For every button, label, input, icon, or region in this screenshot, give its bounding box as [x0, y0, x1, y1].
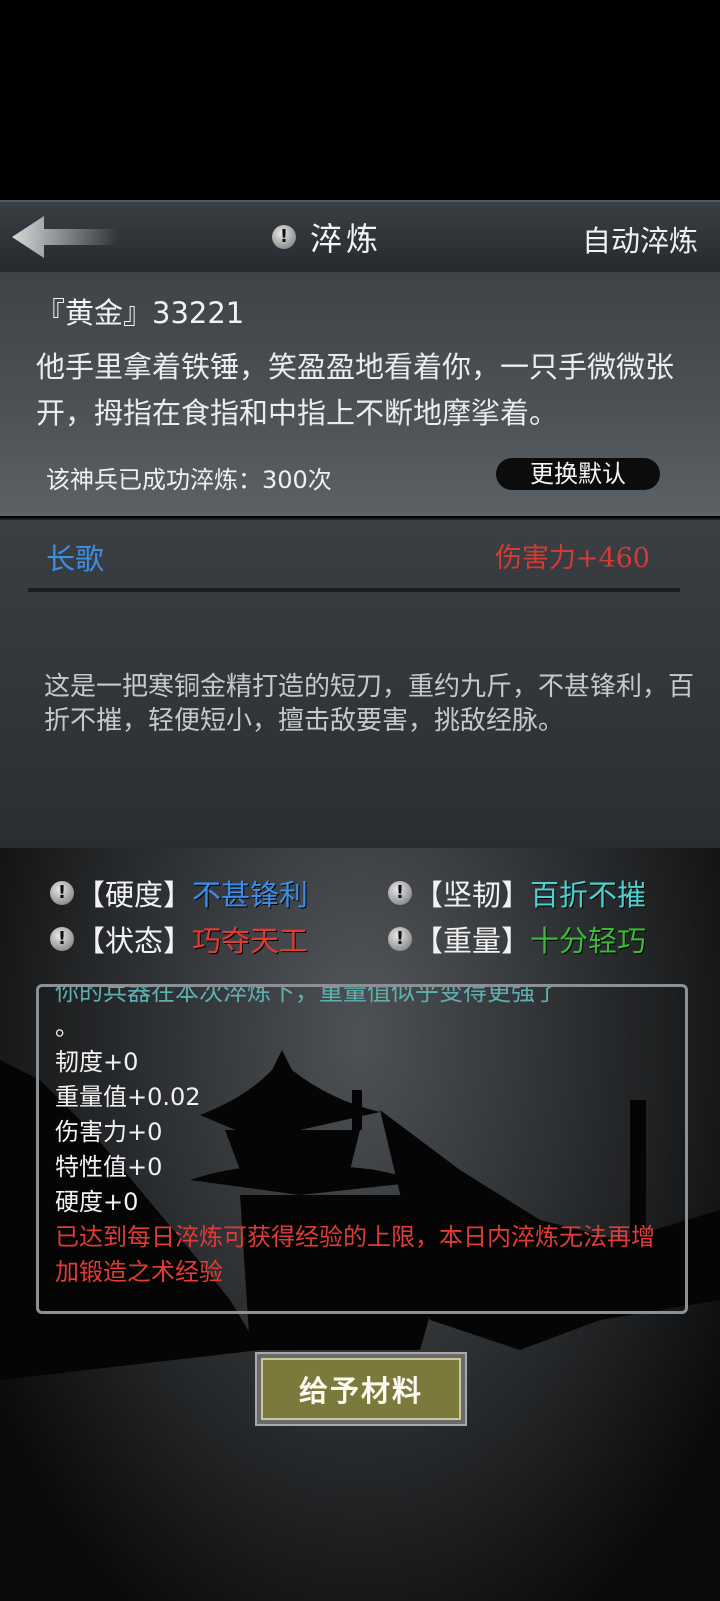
log-partial-line: 你的兵器在本次淬炼下，重量值似乎变得更强了 — [55, 984, 559, 1006]
weapon-panel: 长歌 伤害力+460 这是一把寒铜金精打造的短刀，重约九斤，不甚锋利，百折不摧，… — [0, 518, 720, 850]
exclamation-icon[interactable]: ! — [388, 927, 412, 951]
item-description: 他手里拿着铁锤，笑盈盈地看着你，一只手微微张开，拇指在食指和中指上不断地摩挲着。 — [36, 350, 675, 430]
weapon-divider — [28, 588, 680, 592]
attribute-key: 【重量】 — [414, 924, 531, 958]
refine-log-content: 你的兵器在本次淬炼下，重量值似乎变得更强了 。 韧度+0 重量值+0.02 伤害… — [55, 984, 669, 1290]
attribute-value: 巧夺天工 — [192, 924, 309, 958]
weapon-description: 这是一把寒铜金精打造的短刀，重约九斤，不甚锋利，百折不摧，轻便短小，擅击敌要害，… — [44, 672, 695, 736]
log-line-hardness: 硬度+0 — [55, 1188, 139, 1216]
attribute-value: 不甚锋利 — [192, 878, 309, 912]
weapon-name: 长歌 — [46, 542, 105, 576]
exclamation-icon[interactable]: ! — [388, 881, 412, 905]
attribute-key: 【硬度】 — [76, 878, 193, 912]
log-line-weight: 重量值+0.02 — [55, 1083, 201, 1111]
weapon-damage: 伤害力+460 — [494, 543, 650, 574]
log-period: 。 — [55, 1013, 79, 1041]
item-name: 『黄金』33221 — [36, 296, 245, 330]
back-arrow-icon[interactable] — [10, 214, 120, 260]
attribute-state: ! 【状态】 巧夺天工 — [50, 918, 308, 960]
log-line-toughness: 韧度+0 — [55, 1048, 139, 1076]
log-line-trait: 特性值+0 — [55, 1153, 163, 1181]
attribute-key: 【状态】 — [76, 924, 193, 958]
auto-refine-button[interactable]: 自动淬炼 — [582, 218, 698, 260]
attribute-weight: ! 【重量】 十分轻巧 — [388, 918, 646, 960]
attribute-hardness: ! 【硬度】 不甚锋利 — [50, 872, 308, 914]
item-info-panel: 『黄金』33221 他手里拿着铁锤，笑盈盈地看着你，一只手微微张开，拇指在食指和… — [0, 272, 720, 516]
title-group: ! 淬炼 — [272, 214, 382, 260]
exclamation-icon[interactable]: ! — [50, 881, 74, 905]
log-line-damage: 伤害力+0 — [55, 1118, 163, 1146]
header-bar: ! 淬炼 自动淬炼 — [0, 200, 720, 274]
give-material-label: 给予材料 — [261, 1358, 461, 1420]
refine-log-box[interactable]: 你的兵器在本次淬炼下，重量值似乎变得更强了 。 韧度+0 重量值+0.02 伤害… — [36, 984, 688, 1314]
exclamation-icon[interactable]: ! — [272, 225, 296, 249]
attribute-value: 百折不摧 — [530, 878, 647, 912]
attribute-value: 十分轻巧 — [530, 924, 647, 958]
attribute-toughness: ! 【坚韧】 百折不摧 — [388, 872, 646, 914]
page-title: 淬炼 — [310, 220, 383, 258]
attribute-key: 【坚韧】 — [414, 878, 531, 912]
refine-count-text: 该神兵已成功淬炼：300次 — [46, 466, 332, 494]
change-default-button[interactable]: 更换默认 — [496, 458, 660, 490]
give-material-button[interactable]: 给予材料 — [255, 1352, 467, 1426]
exclamation-icon[interactable]: ! — [50, 927, 74, 951]
log-warning: 已达到每日淬炼可获得经验的上限，本日内淬炼无法再增加锻造之术经验 — [55, 1223, 655, 1286]
